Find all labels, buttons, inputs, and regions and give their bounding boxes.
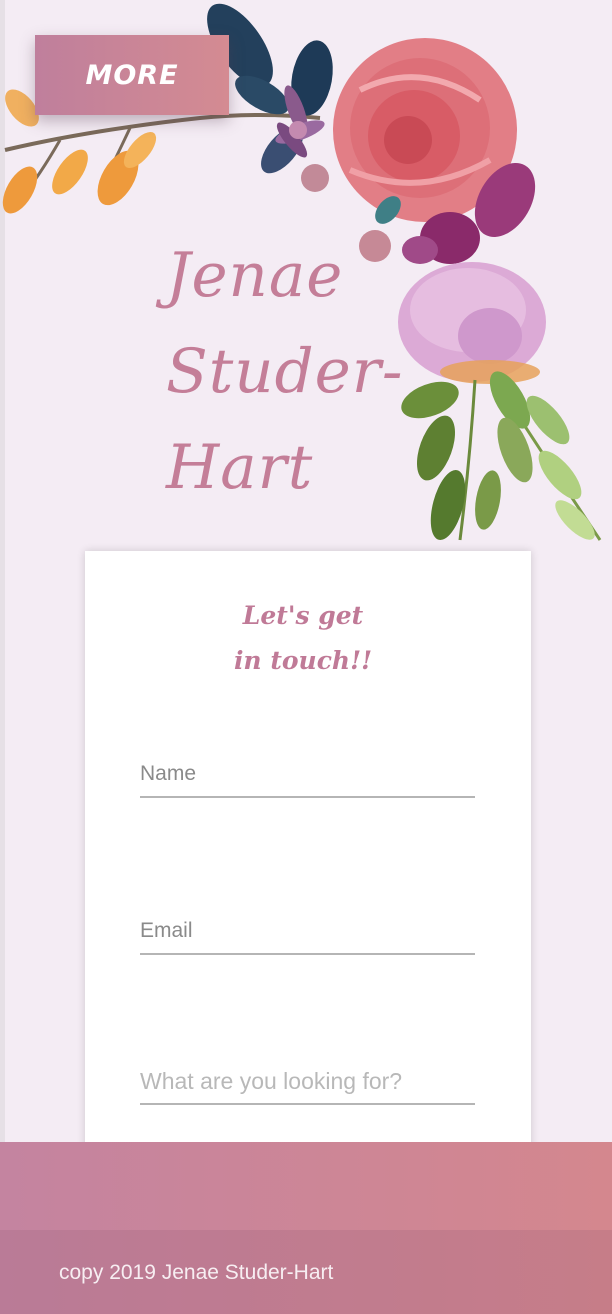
- page: MORE Jenae Studer- Hart Let's get in tou…: [0, 0, 612, 1314]
- contact-heading-line: in touch!!: [233, 646, 373, 675]
- site-title-line: Hart: [166, 432, 314, 503]
- contact-heading-line: Let's get: [242, 601, 364, 630]
- inquiry-input[interactable]: [140, 1059, 475, 1105]
- more-menu-button[interactable]: MORE: [35, 35, 229, 115]
- name-input[interactable]: [140, 752, 475, 798]
- contact-card: Let's get in touch!!: [85, 551, 531, 1151]
- site-title-line: Jenae: [166, 240, 344, 311]
- footer: [0, 1142, 612, 1314]
- site-title-line: Studer-: [166, 336, 404, 407]
- contact-heading: Let's get in touch!!: [85, 593, 521, 683]
- site-title: Jenae Studer- Hart: [166, 228, 426, 516]
- copyright-text: copy 2019 Jenae Studer-Hart: [59, 1261, 334, 1284]
- green-leaves: [401, 371, 602, 541]
- email-input[interactable]: [140, 909, 475, 955]
